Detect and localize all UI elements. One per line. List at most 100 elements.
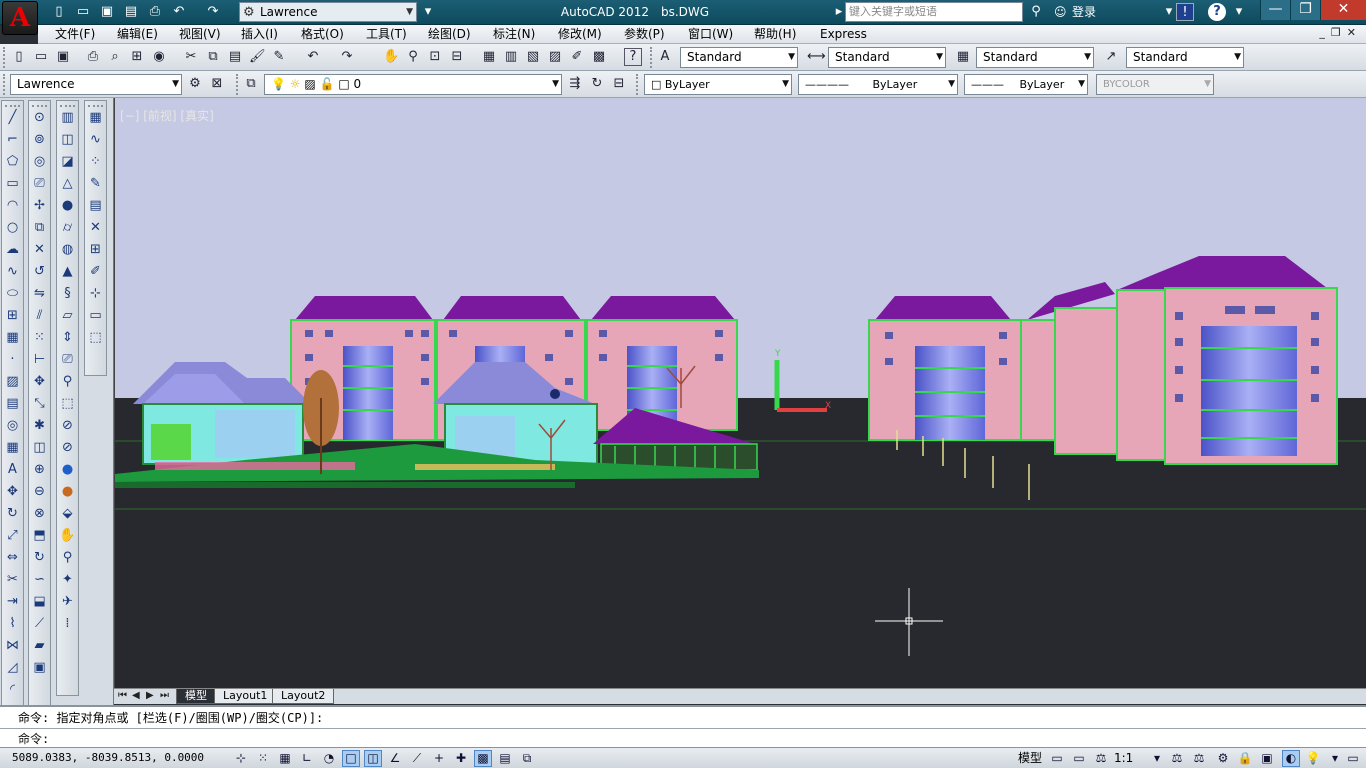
redo-icon[interactable]: ↷ [204,3,222,21]
tab-layout2[interactable]: Layout2 [272,689,335,704]
publish-icon[interactable]: ⊞ [128,48,146,66]
dyn-input-icon[interactable]: + [430,750,448,767]
viewport-controls-label[interactable]: [−] [前视] [真实] [120,107,214,124]
restore-button[interactable]: ❐ [1290,0,1320,20]
stretch-icon[interactable]: ⇔ [2,547,23,569]
layer-state-icon[interactable]: ⊟ [610,75,628,93]
command-input[interactable]: 命令: [0,728,1366,749]
print-icon[interactable]: ⎙ [146,3,164,21]
design-center-icon[interactable]: ▥ [502,48,520,66]
workspace-dropdown[interactable]: ⚙ Lawrence ▼ [239,2,417,22]
menu-dimension[interactable]: 标注(N) [493,26,535,43]
no-entry-icon[interactable]: ⊘ [57,415,78,437]
make-current-layer-icon[interactable]: ⇶ [566,75,584,93]
footsteps-icon[interactable]: ⁞ [57,613,78,635]
menu-express[interactable]: Express [820,26,867,43]
login-button[interactable]: ☺ 登录 [1052,0,1096,25]
next-tab-icon[interactable]: ▶ [146,690,154,701]
help-icon[interactable]: ? [624,48,642,66]
search-input[interactable]: 键入关键字或短语 [845,2,1023,22]
make-block-icon[interactable]: ▦ [2,327,23,349]
dimension-edit-icon[interactable]: ✐ [85,261,106,283]
isolate-objects-icon[interactable]: ◐ [1282,750,1300,767]
cameras-icon[interactable]: ⎚ [57,349,78,371]
color-combo[interactable]: □ ByLayer ▼ [644,74,792,95]
osnap-icon[interactable]: ⊞ [85,239,106,261]
section-icon[interactable]: ◫ [29,437,50,459]
infer-constraints-icon[interactable]: ⊹ [232,750,250,767]
dim-style-combo[interactable]: Standard ▼ [828,47,946,68]
workspace-combo[interactable]: Lawrence ▼ [10,74,182,95]
selection-cycling-icon[interactable]: ⧉ [518,750,536,767]
3dmove-icon[interactable]: ✥ [29,371,50,393]
copy-object-icon[interactable]: ⧉ [29,217,50,239]
sphere-icon[interactable]: ● [57,195,78,217]
move-icon[interactable]: ✥ [2,481,23,503]
plot-icon[interactable]: ⎙ [84,48,102,66]
menu-parameters[interactable]: 参数(P) [624,26,665,43]
helix-icon[interactable]: § [57,283,78,305]
sheet-set-icon[interactable]: ▨ [546,48,564,66]
table-icon[interactable]: ▦ [2,437,23,459]
snap-settings-icon[interactable]: ⊹ [85,283,106,305]
menu-format[interactable]: 格式(O) [301,26,344,43]
exchange-icon[interactable]: ! [1176,3,1194,21]
tool-palettes-icon[interactable]: ▧ [524,48,542,66]
join-icon[interactable]: ⋈ [2,635,23,657]
orbit-icon[interactable]: ⊙ [29,107,50,129]
layer-previous-icon[interactable]: ↻ [588,75,606,93]
lightbulb-icon[interactable]: 💡 [1304,750,1322,767]
ellipse-icon[interactable]: ⬭ [2,283,23,305]
table-style-icon[interactable]: ▦ [954,48,972,66]
lineweight-icon[interactable]: ✚ [452,750,470,767]
rotate-icon[interactable]: ↻ [2,503,23,525]
mleader-style-combo[interactable]: Standard ▼ [1126,47,1244,68]
toolbar-grip[interactable] [3,74,7,95]
render-region-icon[interactable]: ⬚ [57,393,78,415]
3d-osnap-icon[interactable]: ◫ [364,750,382,767]
layer-combo[interactable]: 💡 ☼ ▨ 🔓 □ 0 ▼ [264,74,562,95]
layer-tiles-icon[interactable]: ▤ [85,195,106,217]
torus-icon[interactable]: ◍ [57,239,78,261]
render-icon[interactable]: ⬙ [57,503,78,525]
transparency-icon[interactable]: ▩ [474,750,492,767]
pyramid-icon[interactable]: ▲ [57,261,78,283]
arc-icon[interactable]: ◠ [2,195,23,217]
revcloud-icon[interactable]: ☁ [2,239,23,261]
text-style-combo[interactable]: Standard ▼ [680,47,798,68]
plot-preview-icon[interactable]: ⌕ [106,48,124,66]
polyline-icon[interactable]: ⌐ [2,129,23,151]
quickcalc-icon[interactable]: ▩ [590,48,608,66]
prev-tab-icon[interactable]: ◀ [132,690,140,701]
box-icon[interactable]: ◫ [57,129,78,151]
continuous-orbit-icon[interactable]: ◎ [29,151,50,173]
extrude-icon[interactable]: ⬒ [29,525,50,547]
subtract-icon[interactable]: ⊖ [29,481,50,503]
open-icon[interactable]: ▭ [32,48,50,66]
annotation-scale-value[interactable]: 1:1 [1114,750,1133,766]
array-icon[interactable]: ⁙ [29,327,50,349]
menu-tools[interactable]: 工具(T) [366,26,407,43]
polysolid-icon[interactable]: ▥ [57,107,78,129]
region-icon[interactable]: ◎ [2,415,23,437]
coordinates-readout[interactable]: 5089.0383, -8039.8513, 0.0000 [12,750,204,766]
slice-icon[interactable]: ⟋ [29,613,50,635]
menu-view[interactable]: 视图(V) [179,26,221,43]
fly-icon[interactable]: ✈ [57,591,78,613]
union-icon[interactable]: ⊕ [29,459,50,481]
linetype-combo[interactable]: ———— ByLayer ▼ [798,74,958,95]
zoom-window-icon[interactable]: ⊡ [426,48,444,66]
chamfer-icon[interactable]: ◿ [2,657,23,679]
revolve-icon[interactable]: ↻ [29,547,50,569]
help-dropdown-icon[interactable]: ▾ [1230,3,1248,21]
customize-icon[interactable]: ⊠ [208,75,226,93]
presspull-icon[interactable]: ⇕ [57,327,78,349]
mtext-icon[interactable]: A [2,459,23,481]
quick-properties-icon[interactable]: ▤ [496,750,514,767]
save-icon[interactable]: ▣ [98,3,116,21]
point-icon[interactable]: · [2,349,23,371]
qa-customize-icon[interactable]: ▾ [419,3,437,21]
menu-insert[interactable]: 插入(I) [241,26,278,43]
offset-icon[interactable]: ⫽ [29,305,50,327]
toolbar-grip[interactable] [636,74,640,95]
